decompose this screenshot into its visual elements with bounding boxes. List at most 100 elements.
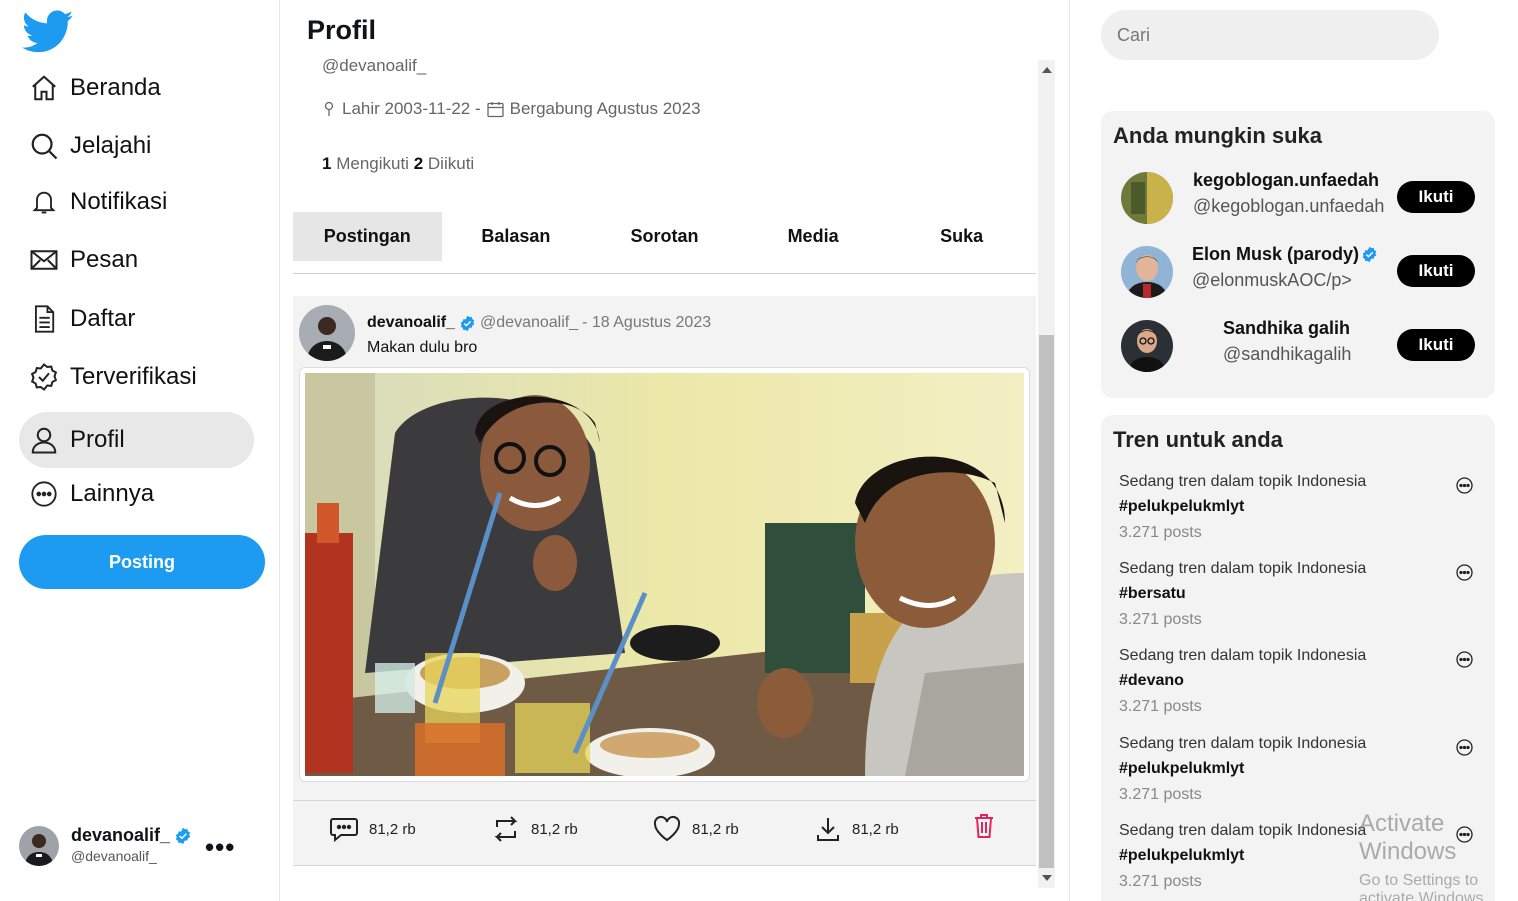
trend-tag: #pelukpelukmlyt [1119, 498, 1245, 515]
sidebar-item-profil[interactable]: Profil [19, 412, 254, 468]
more-circle-icon[interactable] [1456, 739, 1473, 756]
profile-handle: @devanoalif_ [322, 56, 427, 75]
watermark-subtitle: Go to Settings to activate Windows. [1359, 872, 1488, 901]
verified-badge-icon [460, 315, 475, 331]
sidebar-item-label: Profil [70, 426, 125, 453]
verified-badge-icon [175, 827, 191, 844]
trend-item[interactable]: Sedang tren dalam topik Indonesia #peluk… [1119, 473, 1479, 551]
post-text: Makan dulu bro [367, 339, 478, 356]
follow-button[interactable]: Ikuti [1397, 329, 1475, 361]
suggestion-item[interactable]: Elon Musk (parody) @elonmuskAOC/p> Ikuti [1121, 240, 1481, 300]
sidebar-item-beranda[interactable]: Beranda [19, 60, 254, 116]
follow-stats: 1 Mengikuti 2 Diikuti [322, 154, 474, 174]
sidebar-item-label: Jelajahi [70, 132, 152, 159]
post-image[interactable] [299, 367, 1030, 782]
sidebar-item-label: Notifikasi [70, 188, 168, 215]
tab-sorotan[interactable]: Sorotan [590, 212, 739, 261]
followers-label[interactable]: Diikuti [428, 154, 474, 173]
tab-postingan[interactable]: Postingan [293, 212, 442, 261]
more-dots-icon[interactable]: ••• [205, 832, 235, 863]
tab-balasan[interactable]: Balasan [442, 212, 591, 261]
activate-windows-watermark: Activate Windows Go to Settings to activ… [1359, 810, 1518, 901]
sidebar-item-lainnya[interactable]: Lainnya [19, 466, 254, 522]
post-photo [305, 373, 1024, 776]
suggestion-name: kegoblogan.unfaedah [1193, 170, 1380, 190]
post-card[interactable]: devanoalif_ @devanoalif_ - 18 Agustus 20… [293, 296, 1036, 866]
trend-context: Sedang tren dalam topik Indonesia [1119, 560, 1367, 577]
download-icon [817, 818, 839, 841]
suggestion-name: Sandhika galih [1223, 318, 1351, 338]
following-count: 1 [322, 154, 332, 173]
trend-context: Sedang tren dalam topik Indonesia [1119, 822, 1367, 839]
bell-icon [29, 187, 59, 217]
reply-action[interactable]: 81,2 rb [329, 815, 416, 843]
repost-action[interactable]: 81,2 rb [491, 815, 578, 843]
trend-context: Sedang tren dalam topik Indonesia [1119, 735, 1367, 752]
suggestion-item[interactable]: Sandhika galih @sandhikagalih Ikuti [1121, 314, 1481, 374]
download-action[interactable]: 81,2 rb [814, 815, 899, 843]
repost-count: 81,2 rb [531, 820, 578, 838]
tab-suka[interactable]: Suka [887, 212, 1036, 261]
more-circle-icon[interactable] [1456, 564, 1473, 581]
post-author-handle: @devanoalif_ [480, 314, 579, 331]
following-label[interactable]: Mengikuti [336, 154, 409, 173]
search-icon [29, 131, 59, 161]
join-date: Bergabung Agustus 2023 [509, 99, 701, 118]
tab-media[interactable]: Media [739, 212, 888, 261]
account-name: devanoalif_ [71, 825, 192, 846]
sidebar-item-jelajahi[interactable]: Jelajahi [19, 118, 254, 174]
sidebar-item-notifikasi[interactable]: Notifikasi [19, 174, 254, 230]
avatar [19, 826, 59, 866]
post-author-name[interactable]: devanoalif_ [367, 314, 455, 332]
scroll-down-arrow-icon[interactable] [1042, 875, 1052, 881]
avatar [1121, 172, 1173, 224]
list-icon [29, 304, 59, 334]
sidebar-item-pesan[interactable]: Pesan [19, 232, 254, 288]
home-icon [29, 73, 59, 103]
follow-button[interactable]: Ikuti [1397, 255, 1475, 287]
trend-item[interactable]: Sedang tren dalam topik Indonesia #devan… [1119, 647, 1479, 725]
account-switcher[interactable]: devanoalif_ @devanoalif_ ••• [19, 822, 269, 872]
heart-icon [653, 815, 681, 842]
mail-icon [29, 245, 59, 275]
followers-count: 2 [413, 154, 424, 173]
trend-context: Sedang tren dalam topik Indonesia [1119, 647, 1367, 664]
trend-tag: #bersatu [1119, 585, 1186, 602]
more-circle-icon [29, 479, 59, 509]
suggestion-item[interactable]: kegoblogan.unfaedah @kegoblogan.unfaedah… [1121, 166, 1481, 226]
sidebar-item-daftar[interactable]: Daftar [19, 291, 254, 347]
trend-item[interactable]: Sedang tren dalam topik Indonesia #peluk… [1119, 735, 1479, 813]
like-action[interactable]: 81,2 rb [652, 815, 739, 843]
twitter-logo-icon[interactable] [22, 10, 74, 54]
trend-item[interactable]: Sedang tren dalam topik Indonesia #bersa… [1119, 560, 1479, 638]
right-sidebar: Anda mungkin suka kegoblogan.unfaedah @k… [1071, 0, 1518, 901]
post-avatar[interactable] [299, 305, 355, 361]
scroll-up-arrow-icon[interactable] [1042, 67, 1052, 73]
avatar [1121, 246, 1173, 298]
suggestion-handle: @sandhikagalih [1223, 344, 1352, 364]
trend-count: 3.271 posts [1119, 873, 1202, 890]
left-sidebar: Beranda Jelajahi Notifikasi Pesan Daftar [0, 0, 280, 901]
profile-tabs: Postingan Balasan Sorotan Media Suka [293, 212, 1036, 274]
follow-button[interactable]: Ikuti [1397, 181, 1475, 213]
scrollbar-thumb[interactable] [1039, 335, 1054, 868]
verified-badge-icon [1362, 246, 1377, 263]
watermark-title: Activate Windows [1359, 810, 1457, 865]
trend-count: 3.271 posts [1119, 611, 1202, 628]
posting-button[interactable]: Posting [19, 535, 265, 589]
trend-count: 3.271 posts [1119, 698, 1202, 715]
comment-icon [330, 818, 358, 843]
scrollbar[interactable] [1038, 60, 1055, 888]
sidebar-item-terverifikasi[interactable]: Terverifikasi [19, 349, 254, 405]
trend-tag: #devano [1119, 672, 1184, 689]
trend-context: Sedang tren dalam topik Indonesia [1119, 473, 1367, 490]
download-count: 81,2 rb [852, 820, 899, 838]
trash-icon[interactable] [973, 813, 995, 839]
search-input[interactable] [1101, 10, 1439, 60]
app-root: Beranda Jelajahi Notifikasi Pesan Daftar [0, 0, 1518, 901]
sidebar-item-label: Beranda [70, 74, 161, 101]
sidebar-item-label: Lainnya [70, 480, 155, 507]
avatar [1121, 320, 1173, 372]
more-circle-icon[interactable] [1456, 651, 1473, 668]
more-circle-icon[interactable] [1456, 477, 1473, 494]
